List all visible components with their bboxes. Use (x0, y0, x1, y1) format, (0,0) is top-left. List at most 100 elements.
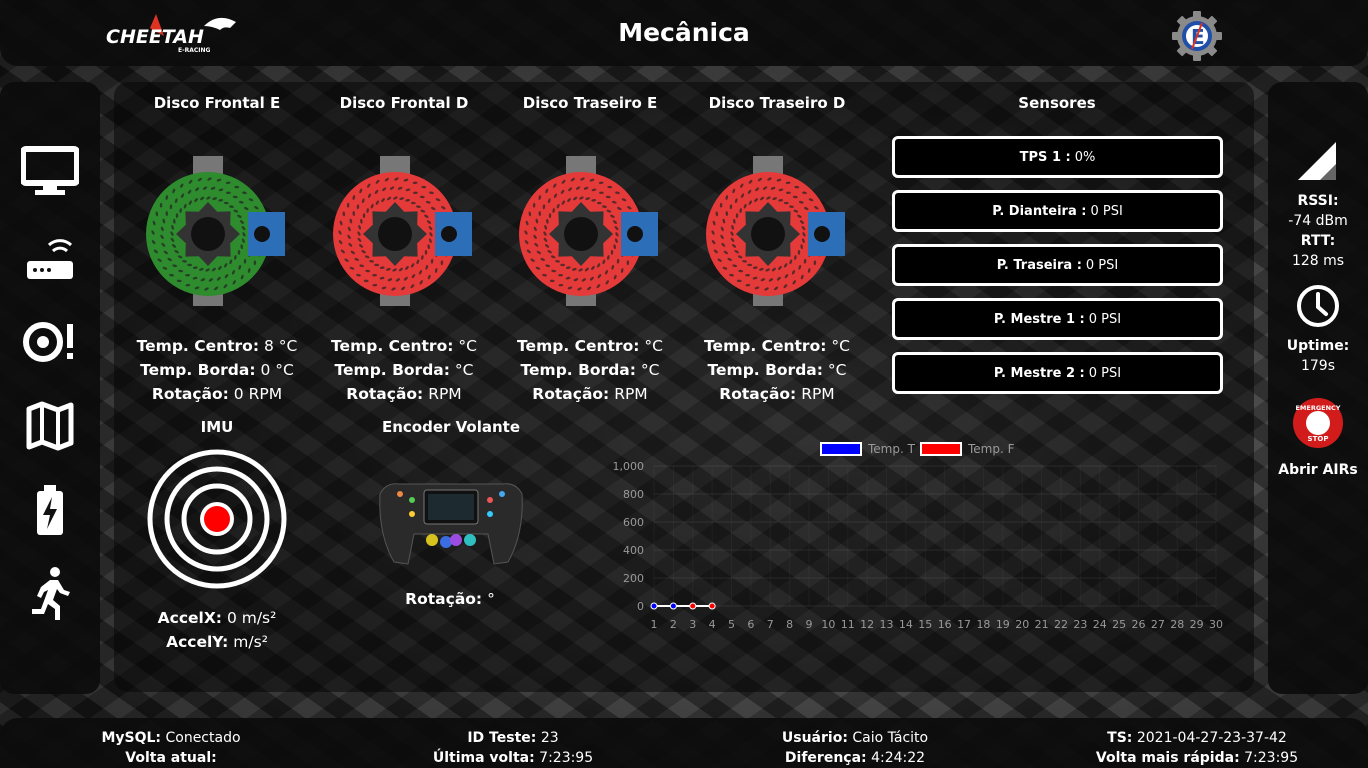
y-tick-label: 0 (637, 600, 644, 613)
temp-borda-value: 0 °C (260, 361, 294, 379)
disc-title: Disco Frontal E (153, 94, 281, 112)
x-tick-label: 5 (728, 618, 735, 631)
sensor-p-dianteira: P. Dianteira :0 PSI (892, 190, 1223, 232)
settings-gear-icon[interactable]: E (1170, 9, 1224, 63)
x-tick-label: 22 (1054, 618, 1068, 631)
x-tick-label: 27 (1151, 618, 1165, 631)
y-tick-label: 200 (623, 572, 644, 585)
sensors-title: Sensores (1018, 94, 1096, 112)
x-tick-label: 25 (1112, 618, 1126, 631)
x-tick-label: 18 (976, 618, 990, 631)
sensor-p-traseira: P. Traseira :0 PSI (892, 244, 1223, 286)
encoder-title: Encoder Volante (381, 418, 521, 436)
timestamp-value: 2021-04-27-23-37-42 (1136, 730, 1287, 746)
uptime-value: 179s (1300, 358, 1335, 374)
rotacao-value: 0 RPM (233, 385, 283, 403)
ultima-volta-value: 7:23:95 (539, 750, 594, 766)
disc-title: Disco Frontal D (339, 94, 469, 112)
x-tick-label: 26 (1131, 618, 1145, 631)
accelx-value: 0 m/s² (226, 609, 277, 627)
encoder-info: Rotação: ° (405, 590, 495, 608)
sensor-tps1: TPS 1 :0% (892, 136, 1223, 178)
footer-test: ID Teste: 23 Última volta: 7:23:95 (432, 730, 594, 766)
brake-disc-rear-left (513, 150, 663, 310)
steering-wheel-image (376, 474, 526, 568)
x-tick-label: 20 (1015, 618, 1029, 631)
data-point (689, 602, 697, 610)
x-tick-label: 23 (1073, 618, 1087, 631)
tire-alert-icon[interactable] (20, 314, 80, 370)
temp-centro-value: 8 °C (263, 337, 298, 355)
disc-title: Disco Traseiro D (708, 94, 846, 112)
x-tick-label: 14 (899, 618, 913, 631)
open-airs-label[interactable]: Abrir AIRs (1268, 460, 1368, 480)
rotacao-value: RPM (801, 385, 835, 403)
sensor-p-mestre-2: P. Mestre 2 :0 PSI (892, 352, 1223, 394)
temp-centro-value: °C (831, 337, 850, 355)
x-tick-label: 24 (1093, 618, 1107, 631)
temp-borda-value: °C (640, 361, 660, 379)
x-tick-label: 7 (767, 618, 774, 631)
x-tick-label: 17 (957, 618, 971, 631)
uptime-block: Uptime: 179s (1268, 336, 1368, 376)
data-point (650, 602, 658, 610)
footer-ts: TS: 2021-04-27-23-37-42 Volta mais rápid… (1095, 730, 1299, 766)
temperature-line-chart: 02004006008001,0001 2 3 4 5 6 7 8 9 10 11 12 13 14 15 1… (613, 460, 1224, 631)
x-tick-label: 10 (821, 618, 835, 631)
x-tick-label: 6 (747, 618, 754, 631)
x-tick-label: 1 (651, 618, 658, 631)
volta-rapida-value: 7:23:95 (1244, 750, 1299, 766)
x-tick-label: 28 (1170, 618, 1184, 631)
rtt-value: 128 ms (1291, 253, 1345, 269)
y-tick-label: 600 (623, 516, 644, 529)
x-tick-label: 9 (806, 618, 813, 631)
sensor-p-mestre-1: P. Mestre 1 :0 PSI (892, 298, 1223, 340)
y-tick-label: 400 (623, 544, 644, 557)
x-tick-label: 4 (709, 618, 716, 631)
y-tick-label: 800 (623, 488, 644, 501)
x-tick-label: 15 (918, 618, 932, 631)
y-tick-label: 1,000 (613, 460, 645, 473)
monitor-icon[interactable] (20, 144, 80, 200)
temp-centro-value: °C (644, 337, 663, 355)
disc-info: Temp. Centro: °C Temp. Borda: °C Rotação… (517, 337, 663, 403)
x-tick-label: 12 (860, 618, 874, 631)
svg-text:E-RACING: E-RACING (178, 47, 211, 54)
svg-text:STOP: STOP (1308, 435, 1329, 443)
x-tick-label: 21 (1035, 618, 1049, 631)
battery-icon[interactable] (20, 482, 80, 538)
imu-info: AccelX: 0 m/s² AccelY: m/s² (157, 609, 277, 651)
data-point (669, 602, 677, 610)
x-tick-label: 13 (880, 618, 894, 631)
x-tick-label: 30 (1209, 618, 1223, 631)
x-tick-label: 19 (996, 618, 1010, 631)
x-tick-label: 11 (841, 618, 855, 631)
svg-text:EMERGENCY: EMERGENCY (1295, 404, 1340, 412)
running-person-icon[interactable] (20, 566, 80, 622)
map-icon[interactable] (20, 398, 80, 454)
router-icon[interactable] (20, 230, 80, 286)
brake-disc-rear-right (700, 150, 850, 310)
footer-mysql: MySQL: Conectado Volta atual: (101, 730, 241, 766)
page-title: Mecânica (618, 18, 750, 47)
mysql-status: Conectado (165, 730, 241, 746)
brake-disc-front-right (327, 150, 477, 310)
imu-target-display (146, 448, 288, 590)
encoder-rotacao-value: ° (487, 590, 495, 608)
id-teste-value: 23 (540, 730, 559, 746)
disc-info: Temp. Centro: °C Temp. Borda: °C Rotação… (331, 337, 477, 403)
emergency-stop-button[interactable]: EMERGENCY STOP (1292, 397, 1344, 453)
diferenca-value: 4:24:22 (871, 750, 926, 766)
clock-icon (1296, 284, 1340, 332)
x-tick-label: 2 (670, 618, 677, 631)
data-point (708, 602, 716, 610)
rssi-value: -74 dBm (1288, 213, 1348, 229)
imu-title: IMU (200, 418, 234, 436)
x-tick-label: 16 (938, 618, 952, 631)
signal-strength-icon (1296, 140, 1340, 186)
rotacao-value: RPM (614, 385, 648, 403)
footer-user: Usuário: Caio Tácito Diferença: 4:24:22 (781, 730, 929, 766)
disc-info: Temp. Centro: °C Temp. Borda: °C Rotação… (704, 337, 850, 403)
temp-borda-value: °C (827, 361, 847, 379)
brake-disc-front-left (140, 150, 290, 310)
